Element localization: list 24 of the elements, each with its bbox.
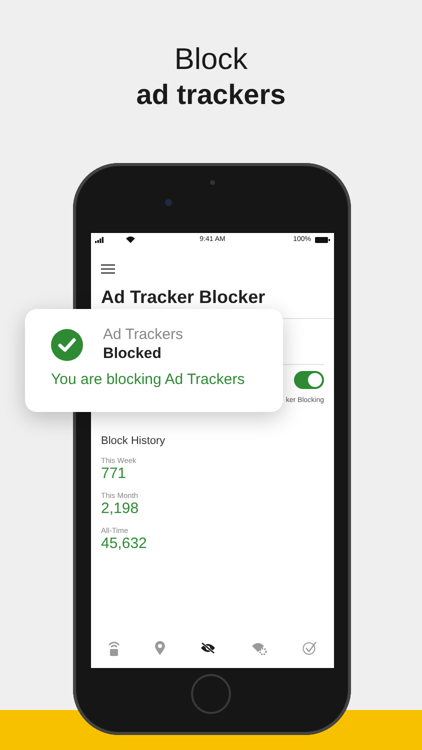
battery-icon xyxy=(315,236,330,242)
headline: Block xyxy=(174,42,248,78)
eye-crossed-icon xyxy=(200,642,216,654)
headline-bold: ad trackers xyxy=(136,78,286,112)
toggle-switch[interactable] xyxy=(294,371,324,389)
section-heading: Block History xyxy=(101,435,166,447)
camera-lens xyxy=(165,199,172,206)
toast-status: Blocked xyxy=(103,344,162,363)
checkbox-tick-icon xyxy=(302,641,317,655)
wifi-icon xyxy=(126,236,135,243)
stat-value: 45,632 xyxy=(101,535,148,552)
stat-value: 771 xyxy=(101,465,128,482)
toast-message: You are blocking Ad Trackers xyxy=(51,371,246,388)
location-pin-icon xyxy=(155,641,166,655)
wifi-gear-icon xyxy=(250,641,267,655)
screen-title: Ad Tracker Blocker xyxy=(101,286,266,308)
stat-value: 2,198 xyxy=(101,500,140,517)
toast-title: Ad Trackers xyxy=(103,326,184,344)
home-button[interactable] xyxy=(191,674,231,714)
menu-icon[interactable] xyxy=(101,264,115,274)
sensor-dot xyxy=(210,180,215,185)
signal-icon xyxy=(95,236,104,242)
check-circle-icon xyxy=(51,328,83,360)
wifi-lock-icon xyxy=(108,640,120,656)
